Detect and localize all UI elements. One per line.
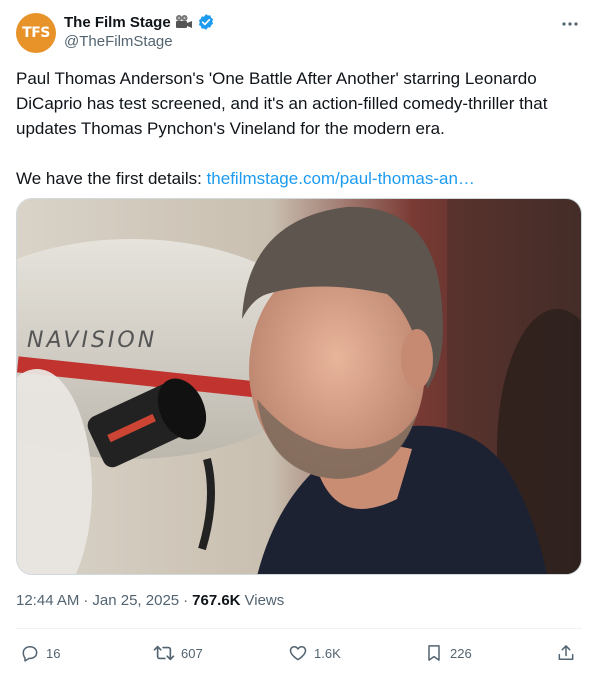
tweet-link-line: We have the first details: thefilmstage.… [16, 166, 582, 191]
repost-icon [153, 643, 175, 663]
reply-icon [20, 643, 40, 663]
author-info: The Film Stage @TheFilmStage [64, 12, 215, 50]
repost-count: 607 [181, 645, 203, 661]
meta-separator: · [183, 592, 189, 609]
tweet-meta: 12:44 AM · Jan 25, 2025 · 767.6K Views [16, 592, 284, 609]
meta-separator: · [83, 592, 89, 609]
name-row: The Film Stage [64, 12, 215, 32]
repost-button[interactable]: 607 [153, 640, 203, 666]
tweet-text: Paul Thomas Anderson's 'One Battle After… [16, 66, 582, 191]
display-name[interactable]: The Film Stage [64, 14, 171, 31]
article-link[interactable]: thefilmstage.com/paul-thomas-an… [207, 169, 475, 188]
avatar[interactable]: TFS [16, 13, 56, 53]
share-button[interactable] [556, 640, 576, 666]
bookmark-icon [424, 643, 444, 663]
action-bar: 16 607 1.6K 226 [16, 640, 582, 666]
camera-brand-text: NAVISION [27, 328, 157, 353]
handle[interactable]: @TheFilmStage [64, 33, 215, 50]
views-label: Views [244, 592, 285, 609]
film-camera-icon [175, 14, 193, 30]
bookmark-count: 226 [450, 645, 472, 661]
bookmark-button[interactable]: 226 [424, 640, 472, 666]
date[interactable]: Jan 25, 2025 [92, 592, 179, 609]
tweet-body: Paul Thomas Anderson's 'One Battle After… [16, 69, 548, 138]
like-button[interactable]: 1.6K [288, 640, 341, 666]
divider [16, 628, 582, 629]
link-prefix: We have the first details: [16, 169, 207, 188]
heart-icon [288, 643, 308, 663]
reply-count: 16 [46, 645, 61, 661]
like-count: 1.6K [314, 645, 341, 661]
verified-badge-icon[interactable] [197, 13, 215, 31]
more-options-icon[interactable] [558, 12, 582, 36]
tweet-card: TFS The Film Stage @TheFilmStage Paul Th… [0, 0, 598, 676]
reply-button[interactable]: 16 [20, 640, 60, 666]
tweet-image[interactable]: NAVISION [16, 198, 582, 575]
share-icon [556, 643, 576, 663]
views-count: 767.6K [192, 592, 241, 609]
timestamp[interactable]: 12:44 AM [16, 592, 79, 609]
